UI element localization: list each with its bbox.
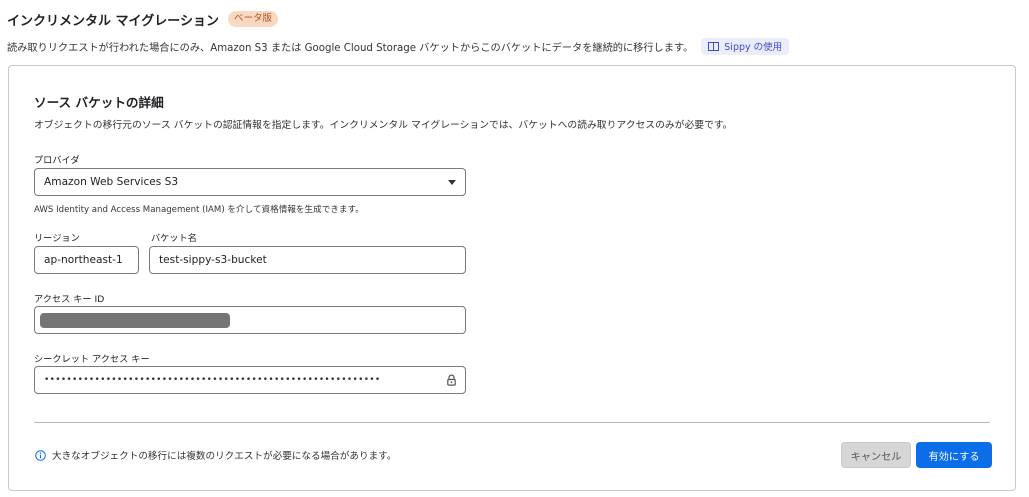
cancel-button[interactable]: キャンセル: [841, 442, 911, 468]
region-label: リージョン: [34, 233, 80, 244]
region-value: ap-northeast-1: [44, 254, 123, 266]
access-key-input[interactable]: [34, 306, 466, 334]
access-key-label: アクセス キー ID: [34, 294, 105, 305]
provider-help: AWS Identity and Access Management (IAM)…: [34, 205, 364, 215]
bucket-label: バケット名: [151, 233, 197, 244]
title-row: インクリメンタル マイグレーション ベータ版: [7, 9, 1021, 29]
beta-badge: ベータ版: [228, 11, 279, 27]
source-bucket-card: ソース バケットの詳細 オブジェクトの移行元のソース バケットの認証情報を指定し…: [8, 65, 1016, 491]
sippy-docs-link-label: Sippy の使用: [724, 42, 783, 53]
chevron-down-icon: [448, 180, 456, 185]
provider-value: Amazon Web Services S3: [44, 176, 179, 188]
provider-select[interactable]: Amazon Web Services S3: [34, 168, 466, 196]
lock-icon: [447, 374, 456, 386]
region-input[interactable]: ap-northeast-1: [34, 246, 139, 274]
section-title: ソース バケットの詳細: [34, 95, 164, 110]
provider-label: プロバイダ: [34, 155, 80, 166]
sippy-docs-link[interactable]: Sippy の使用: [701, 37, 790, 55]
info-note: 大きなオブジェクトの移行には複数のリクエストが必要になる場合があります。: [35, 448, 396, 462]
info-icon: [35, 449, 46, 461]
book-icon: [708, 41, 720, 51]
bucket-name-input[interactable]: test-sippy-s3-bucket: [149, 246, 466, 274]
section-description: オブジェクトの移行元のソース バケットの認証情報を指定します。インクリメンタル …: [34, 120, 733, 131]
info-note-text: 大きなオブジェクトの移行には複数のリクエストが必要になる場合があります。: [52, 451, 397, 462]
bucket-name-value: test-sippy-s3-bucket: [159, 254, 267, 266]
page-title: インクリメンタル マイグレーション: [7, 13, 220, 29]
section-divider: [34, 422, 990, 423]
secret-key-input[interactable]: ••••••••••••••••••••••••••••••••••••••••…: [34, 366, 466, 394]
page-header: インクリメンタル マイグレーション ベータ版 読み取りリクエストが行われた場合に…: [7, 9, 1021, 55]
page-description: 読み取りリクエストが行われた場合にのみ、Amazon S3 または Google…: [7, 42, 694, 54]
secret-key-masked-value: ••••••••••••••••••••••••••••••••••••••••…: [44, 375, 381, 385]
redacted-value: [40, 313, 230, 328]
secret-key-label: シークレット アクセス キー: [34, 354, 150, 365]
description-row: 読み取りリクエストが行われた場合にのみ、Amazon S3 または Google…: [7, 37, 1021, 55]
enable-button[interactable]: 有効にする: [916, 442, 992, 468]
